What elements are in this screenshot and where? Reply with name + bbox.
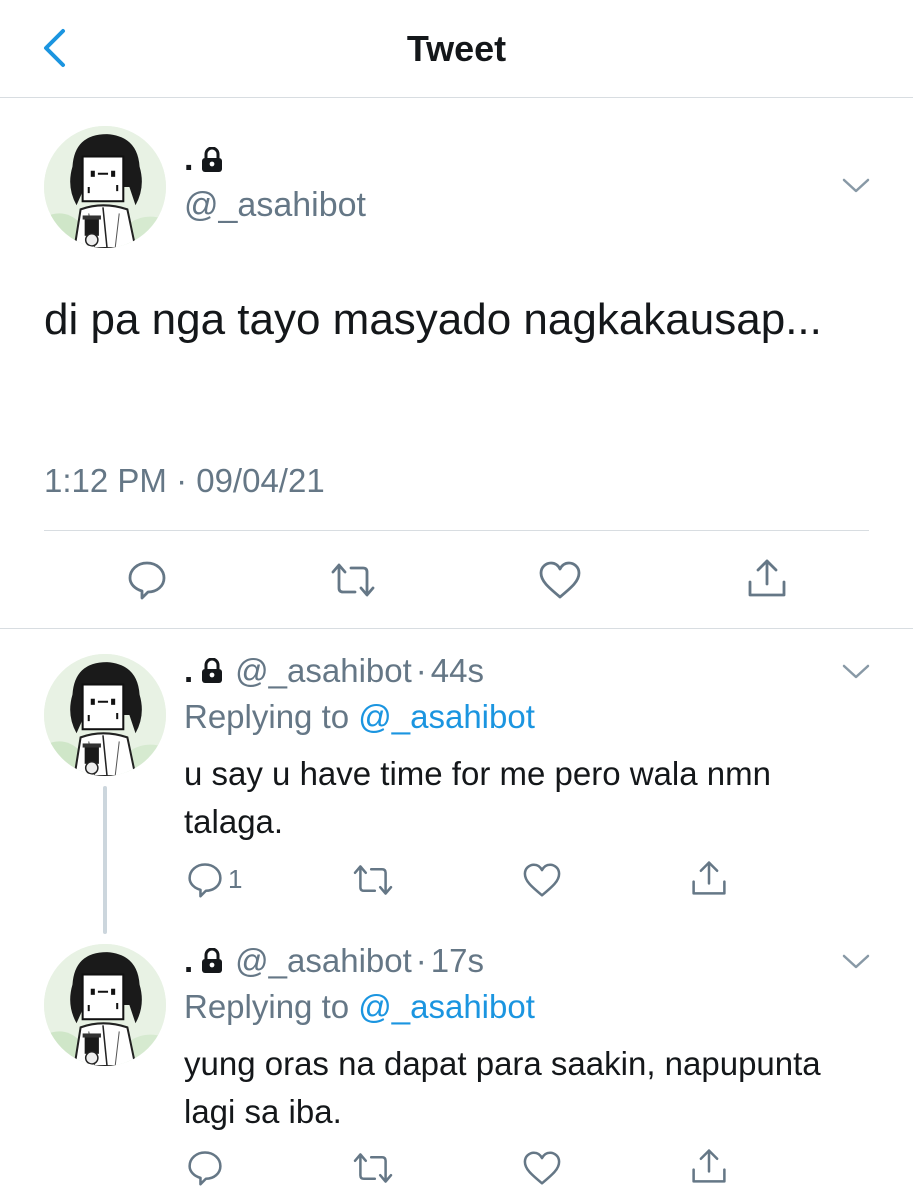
- reply-text: u say u have time for me pero wala nmn t…: [184, 755, 771, 840]
- thread-connector: [103, 786, 107, 934]
- reply-button[interactable]: 1: [186, 860, 242, 898]
- separator-dot: ·: [415, 652, 427, 689]
- top-bar: Tweet: [0, 0, 913, 98]
- divider: [44, 530, 869, 531]
- share-button[interactable]: [746, 556, 788, 600]
- chevron-down-icon[interactable]: [841, 176, 871, 196]
- mention-link[interactable]: @_asahibot: [358, 698, 535, 735]
- chevron-down-icon[interactable]: [841, 952, 871, 972]
- mention-link[interactable]: @_asahibot: [358, 988, 535, 1025]
- handle[interactable]: @_asahibot: [235, 942, 412, 980]
- display-name[interactable]: .: [184, 140, 223, 179]
- reply-header: . @_asahibot · 44s: [184, 652, 484, 690]
- retweet-icon: [331, 563, 375, 597]
- retweet-icon: [353, 1153, 393, 1183]
- heart-icon: [523, 863, 561, 897]
- reply-button[interactable]: [126, 558, 168, 600]
- reply-header: . @_asahibot · 17s: [184, 942, 484, 980]
- heart-icon: [539, 561, 581, 599]
- share-button[interactable]: [690, 1146, 728, 1186]
- lock-icon: [202, 658, 223, 683]
- heart-icon: [523, 1151, 561, 1185]
- share-icon: [748, 559, 786, 597]
- display-name[interactable]: .: [184, 942, 193, 980]
- avatar[interactable]: [44, 126, 166, 248]
- display-name-text: .: [184, 140, 194, 178]
- share-icon: [692, 861, 726, 895]
- reply-text: yung oras na dapat para saakin, napupunt…: [184, 1045, 821, 1130]
- separator-dot: ·: [415, 942, 427, 979]
- handle[interactable]: @_asahibot: [235, 652, 412, 690]
- avatar[interactable]: [44, 654, 166, 776]
- reply-timestamp[interactable]: 17s: [431, 942, 484, 980]
- retweet-button[interactable]: [352, 862, 394, 898]
- reply-timestamp[interactable]: 44s: [431, 652, 484, 690]
- avatar[interactable]: [44, 944, 166, 1066]
- like-button[interactable]: [538, 560, 582, 600]
- reply-icon: [128, 561, 166, 600]
- divider: [0, 628, 913, 629]
- reply-icon: [188, 1151, 222, 1186]
- share-button[interactable]: [690, 858, 728, 898]
- lock-icon: [202, 146, 223, 172]
- display-name[interactable]: .: [184, 652, 193, 690]
- replying-to: Replying to @_asahibot: [184, 988, 535, 1026]
- handle[interactable]: @_asahibot: [184, 186, 366, 225]
- share-icon: [692, 1149, 726, 1183]
- replying-to-label: Replying to: [184, 988, 359, 1025]
- lock-icon: [202, 948, 223, 973]
- reply-icon: [188, 863, 222, 898]
- tweet-timestamp[interactable]: 1:12 PM · 09/04/21: [44, 462, 325, 500]
- replying-to: Replying to @_asahibot: [184, 698, 535, 736]
- retweet-button[interactable]: [352, 1150, 394, 1186]
- chevron-down-icon[interactable]: [841, 662, 871, 682]
- tweet-text: di pa nga tayo masyado nagkakausap...: [44, 295, 822, 344]
- replying-to-label: Replying to: [184, 698, 359, 735]
- reply-count: 1: [228, 863, 243, 894]
- retweet-icon: [353, 865, 393, 895]
- like-button[interactable]: [522, 862, 562, 898]
- retweet-button[interactable]: [330, 560, 376, 600]
- page-title: Tweet: [406, 28, 507, 69]
- like-button[interactable]: [522, 1150, 562, 1186]
- reply-button[interactable]: [186, 1148, 228, 1186]
